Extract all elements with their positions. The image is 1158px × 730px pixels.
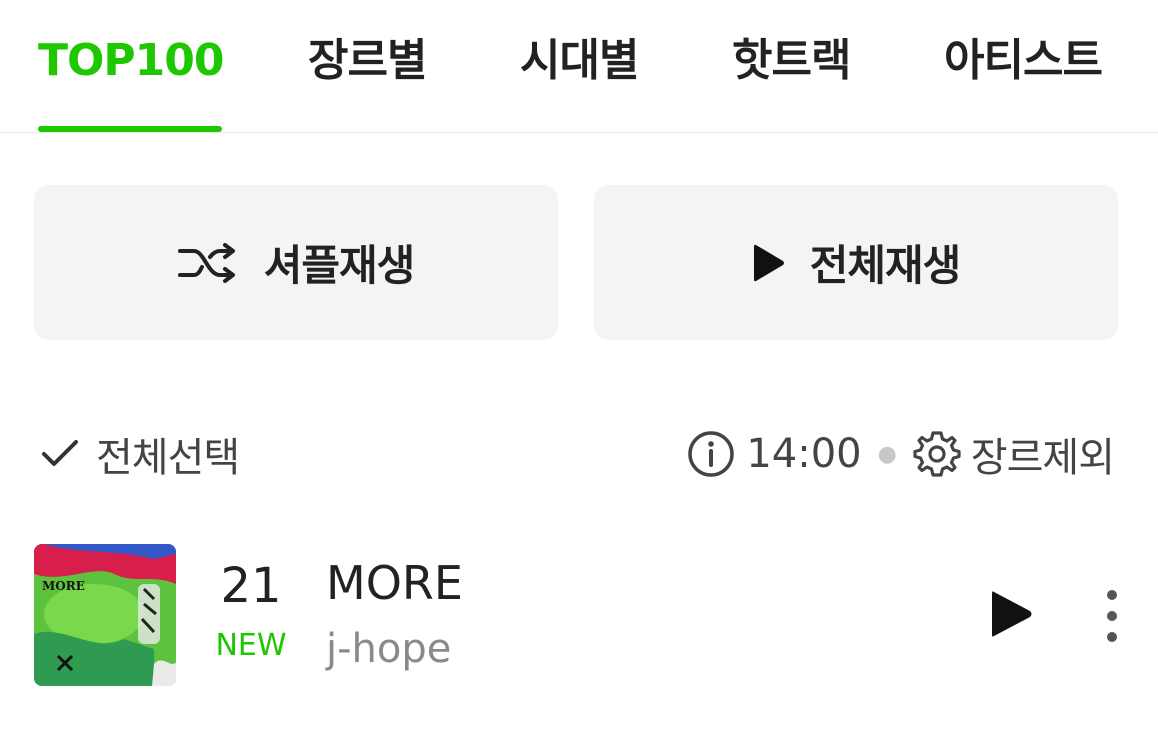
chart-update-time: 14:00 bbox=[746, 431, 862, 477]
more-vertical-icon[interactable] bbox=[1098, 588, 1126, 644]
active-tab-indicator bbox=[38, 126, 222, 132]
cover-title-text: MORE bbox=[42, 579, 85, 593]
shuffle-icon bbox=[177, 242, 235, 283]
track-title[interactable]: MORE bbox=[326, 556, 463, 610]
album-cover[interactable]: MORE bbox=[34, 544, 176, 686]
check-icon bbox=[42, 440, 78, 466]
info-icon[interactable] bbox=[686, 429, 736, 479]
shuffle-play-button[interactable]: 셔플재생 bbox=[34, 185, 558, 340]
chart-meta: 14:00 ● 장르제외 bbox=[686, 424, 1115, 484]
track-play-icon[interactable] bbox=[986, 588, 1036, 640]
tab-hottrack[interactable]: 핫트랙 bbox=[732, 30, 851, 92]
track-artist[interactable]: j-hope bbox=[326, 626, 451, 672]
genre-exclude-button[interactable]: 장르제외 bbox=[971, 425, 1115, 483]
gear-icon bbox=[913, 431, 961, 477]
select-all-toggle[interactable]: 전체선택 bbox=[40, 424, 240, 484]
track-row[interactable]: MORE 21 NEW MORE j-hope bbox=[0, 538, 1158, 698]
separator-dot: ● bbox=[877, 441, 897, 467]
tab-era[interactable]: 시대별 bbox=[520, 30, 639, 92]
shuffle-play-label: 셔플재생 bbox=[263, 241, 416, 290]
select-all-label: 전체선택 bbox=[96, 435, 240, 481]
play-all-label: 전체재생 bbox=[809, 241, 962, 290]
play-all-button[interactable]: 전체재생 bbox=[594, 185, 1118, 340]
tab-top100[interactable]: TOP100 bbox=[38, 30, 225, 92]
tab-artist[interactable]: 아티스트 bbox=[944, 30, 1103, 92]
track-rank: 21 bbox=[220, 558, 282, 614]
tab-genre[interactable]: 장르별 bbox=[308, 30, 427, 92]
rank-status-badge: NEW bbox=[215, 628, 287, 663]
play-icon bbox=[753, 244, 784, 281]
category-tab-bar: TOP100 장르별 시대별 핫트랙 아티스트 bbox=[0, 0, 1158, 133]
